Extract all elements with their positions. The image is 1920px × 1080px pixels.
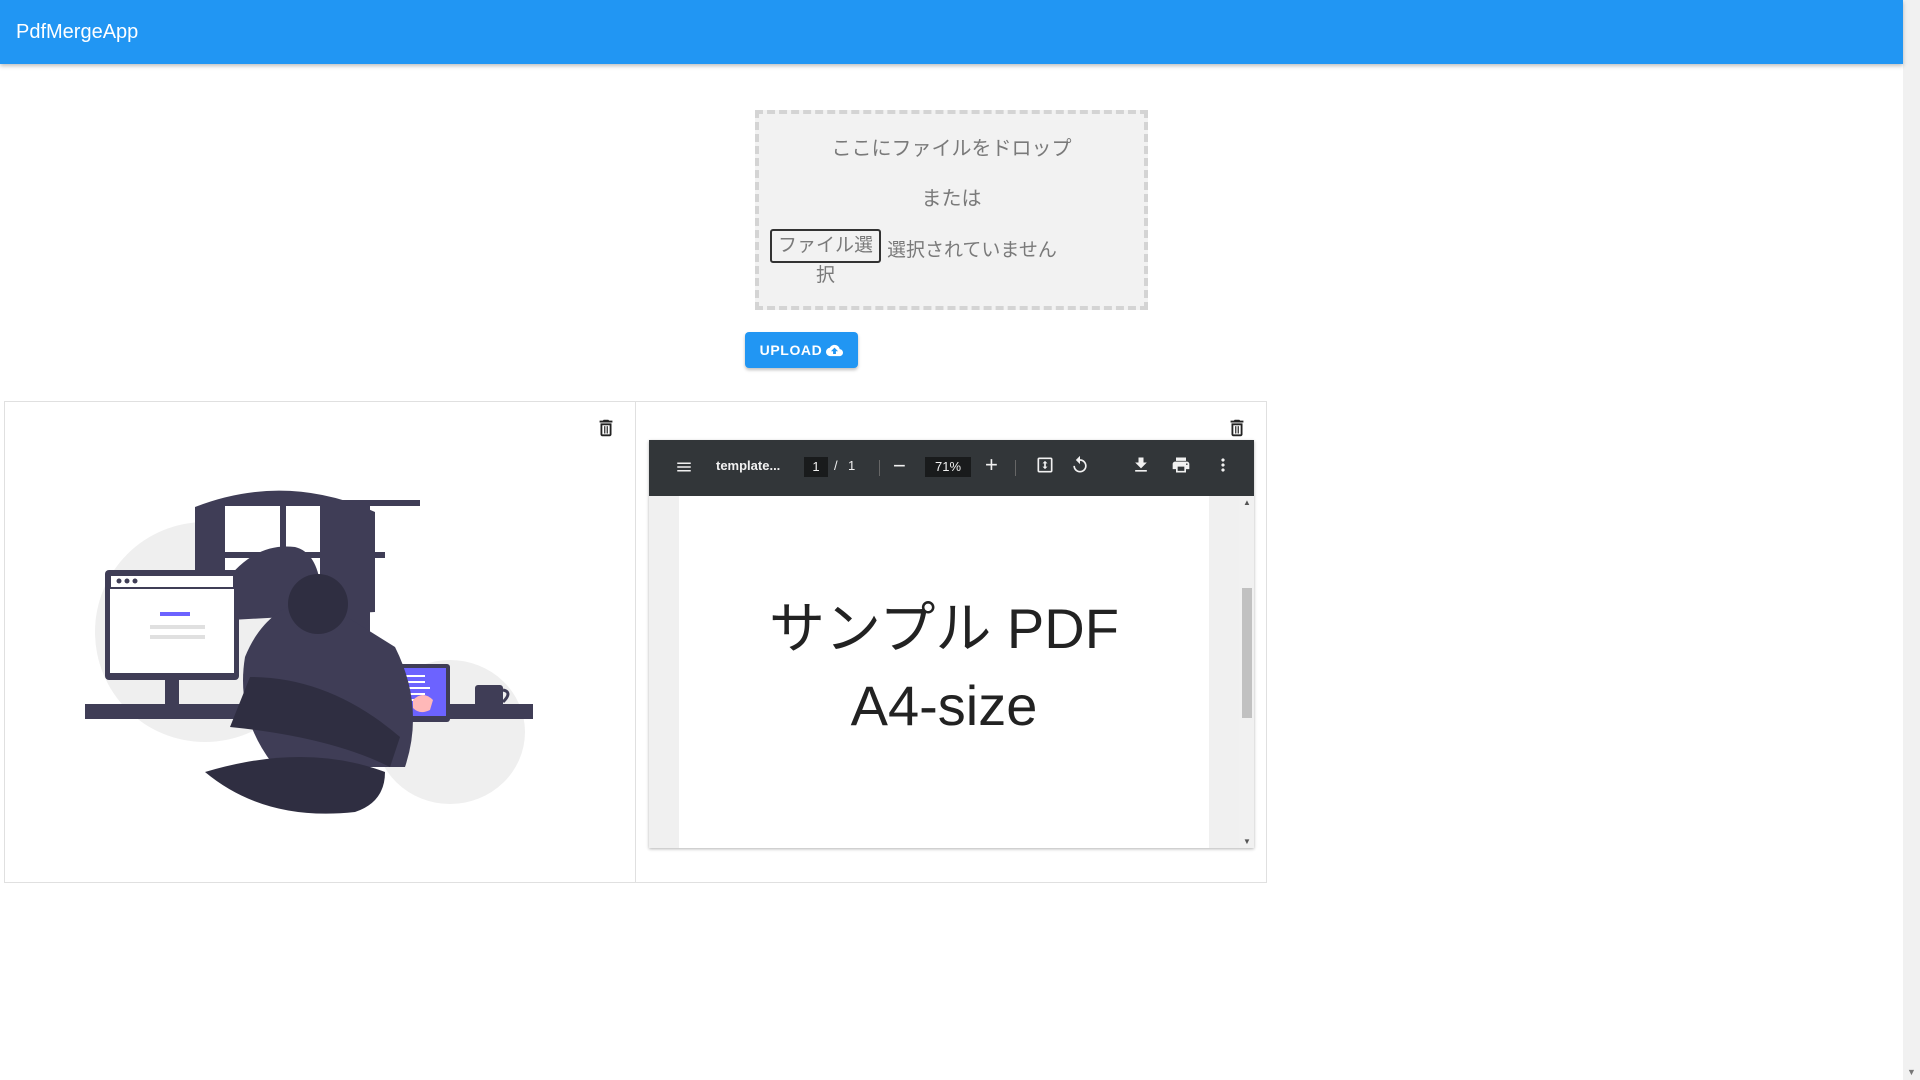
pdf-toolbar: template... 1 / 1 − 71% + xyxy=(649,440,1254,496)
zoom-level-input[interactable]: 71% xyxy=(925,457,971,477)
menu-icon[interactable] xyxy=(675,456,693,478)
image-card xyxy=(4,401,636,883)
pdf-scroll-thumb[interactable] xyxy=(1242,588,1252,718)
trash-icon[interactable] xyxy=(1226,416,1248,440)
toolbar-divider xyxy=(1015,460,1016,476)
app-bar: PdfMergeApp xyxy=(0,0,1903,64)
page-separator: / xyxy=(834,458,838,473)
rotate-icon[interactable] xyxy=(1070,455,1090,475)
pdf-card: template... 1 / 1 − 71% + サンプル PDF A4-si… xyxy=(635,401,1267,883)
file-drop-zone[interactable]: ここにファイルをドロップ または ファイル選択 選択されていません xyxy=(755,110,1148,310)
no-file-selected-text: 選択されていません xyxy=(887,240,1057,261)
page-number-input[interactable]: 1 xyxy=(804,457,828,477)
upload-label: UPLOAD xyxy=(759,342,823,358)
download-icon[interactable] xyxy=(1131,455,1151,475)
or-text: または xyxy=(921,188,982,210)
zoom-out-button[interactable]: − xyxy=(893,453,906,479)
page-scrollbar[interactable]: ▼ xyxy=(1903,0,1920,1080)
zoom-in-button[interactable]: + xyxy=(985,452,998,478)
scroll-down-arrow-icon[interactable]: ▼ xyxy=(1907,1067,1916,1077)
pdf-scrollbar[interactable]: ▲ ▼ xyxy=(1239,496,1254,848)
pdf-text-size: A4-size xyxy=(850,674,1038,737)
app-title: PdfMergeApp xyxy=(16,21,139,43)
page-total: 1 xyxy=(848,458,856,473)
fit-page-icon[interactable] xyxy=(1035,455,1055,475)
pdf-file-title: template... xyxy=(716,458,781,473)
file-select-button[interactable]: ファイル選択 xyxy=(770,229,881,286)
pdf-text-title: サンプル PDF xyxy=(769,597,1119,660)
print-icon[interactable] xyxy=(1171,455,1191,475)
trash-icon[interactable] xyxy=(595,416,617,440)
drop-instruction: ここにファイルをドロップ xyxy=(831,138,1072,160)
toolbar-divider xyxy=(879,460,880,476)
pdf-content-area: サンプル PDF A4-size xyxy=(649,496,1239,848)
more-vert-icon[interactable] xyxy=(1213,455,1233,475)
pdf-viewer: template... 1 / 1 − 71% + サンプル PDF A4-si… xyxy=(649,440,1254,848)
scroll-down-arrow-icon[interactable]: ▼ xyxy=(1243,837,1251,846)
scroll-up-arrow-icon[interactable]: ▲ xyxy=(1243,498,1251,507)
developer-illustration xyxy=(85,490,533,814)
cloud-upload-icon xyxy=(826,344,844,356)
upload-button[interactable]: UPLOAD xyxy=(745,332,858,368)
pdf-page: サンプル PDF A4-size xyxy=(679,496,1209,848)
